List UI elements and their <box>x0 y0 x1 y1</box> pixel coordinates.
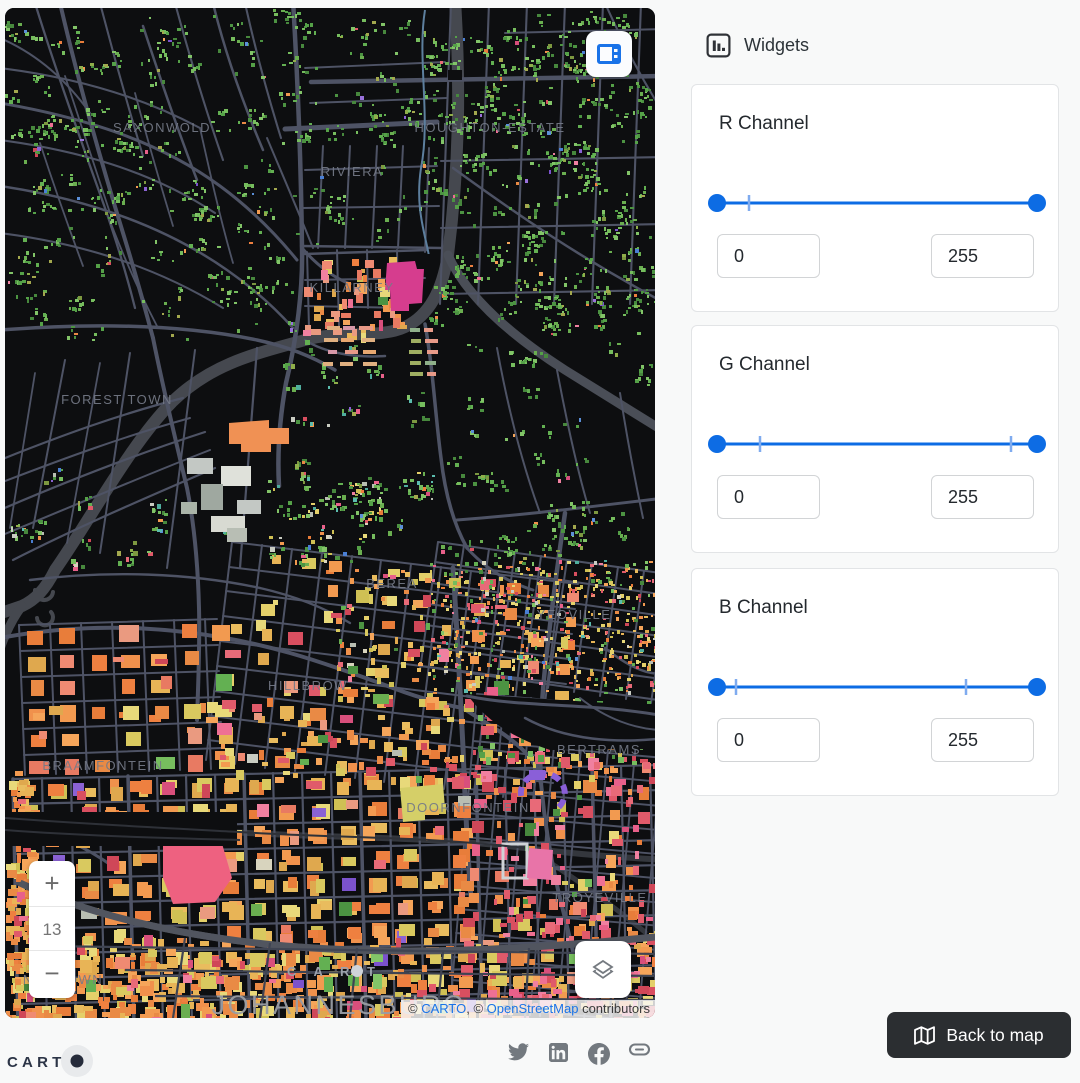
svg-text:YEOVILLE: YEOVILLE <box>537 607 612 622</box>
svg-text:C A R T: C A R T <box>287 964 382 979</box>
svg-text:BEREA: BEREA <box>366 576 418 591</box>
svg-text:HOUGHTON-ESTATE: HOUGHTON-ESTATE <box>414 120 565 135</box>
svg-text:DOORNFONTEIN: DOORNFONTEIN <box>406 800 529 815</box>
svg-text:HILLBROW: HILLBROW <box>268 678 348 693</box>
svg-text:BERTRAMS: BERTRAMS <box>557 742 641 757</box>
svg-text:FOREST TOWN: FOREST TOWN <box>61 392 173 407</box>
svg-text:BRAAMFONTEIN: BRAAMFONTEIN <box>42 758 163 773</box>
svg-text:RIVIERA: RIVIERA <box>321 164 384 179</box>
svg-text:SAXONWOLD: SAXONWOLD <box>113 120 211 135</box>
svg-text:KILLARNEY: KILLARNEY <box>309 280 394 295</box>
svg-text:CART: CART <box>7 1054 65 1071</box>
svg-text:TROYEVILLE: TROYEVILLE <box>552 890 647 905</box>
